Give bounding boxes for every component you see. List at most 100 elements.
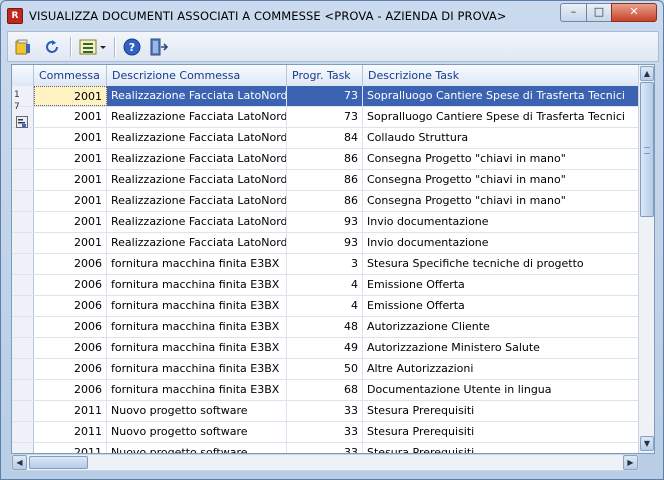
row-selector-cell[interactable] (12, 296, 34, 316)
scroll-up-button[interactable]: ▲ (640, 66, 654, 81)
cell-progr-task[interactable]: 49 (287, 338, 363, 358)
close-button[interactable]: ✕ (611, 3, 657, 22)
cell-progr-task[interactable]: 4 (287, 296, 363, 316)
table-row[interactable]: 2006 fornitura macchina finita E3BX 4 Emiss… (12, 275, 638, 296)
cell-progr-task[interactable]: 73 (287, 107, 363, 127)
cell-commessa[interactable]: 2011 (34, 443, 107, 453)
cell-commessa[interactable]: 2006 (34, 338, 107, 358)
table-row[interactable]: 2011 Nuovo progetto software 33 Stesura Pre… (12, 443, 638, 453)
cell-progr-task[interactable]: 48 (287, 317, 363, 337)
cell-commessa[interactable]: 2001 (34, 149, 107, 169)
cell-commessa[interactable]: 2001 (34, 86, 107, 106)
horizontal-scroll-thumb[interactable] (29, 456, 88, 469)
cell-commessa[interactable]: 2011 (34, 401, 107, 421)
refresh-button[interactable] (41, 36, 63, 58)
row-selector-cell[interactable] (12, 380, 34, 400)
cell-commessa[interactable]: 2006 (34, 380, 107, 400)
cell-descrizione-commessa[interactable]: fornitura macchina finita E3BX (107, 338, 287, 358)
cell-commessa[interactable]: 2001 (34, 191, 107, 211)
cell-descrizione-commessa[interactable]: Nuovo progetto software (107, 401, 287, 421)
row-selector-cell[interactable] (12, 149, 34, 169)
help-button[interactable]: ? (121, 36, 143, 58)
cell-descrizione-commessa[interactable]: Realizzazione Facciata LatoNord (107, 170, 287, 190)
cell-descrizione-commessa[interactable]: fornitura macchina finita E3BX (107, 317, 287, 337)
row-selector-cell[interactable] (12, 212, 34, 232)
cell-descrizione-task[interactable]: Stesura Prerequisiti (363, 443, 638, 453)
cell-descrizione-commessa[interactable]: Realizzazione Facciata LatoNord (107, 233, 287, 253)
cell-descrizione-task[interactable]: Consegna Progetto "chiavi in mano" (363, 149, 638, 169)
table-row[interactable]: 2001 Realizzazione Facciata LatoNord 93 Inv… (12, 212, 638, 233)
cell-commessa[interactable]: 2001 (34, 170, 107, 190)
app-icon[interactable]: R (7, 8, 23, 24)
cell-progr-task[interactable]: 86 (287, 170, 363, 190)
cell-progr-task[interactable]: 68 (287, 380, 363, 400)
scroll-left-button[interactable]: ◀ (12, 455, 27, 470)
cell-descrizione-commessa[interactable]: Nuovo progetto software (107, 443, 287, 453)
cell-descrizione-task[interactable]: Sopralluogo Cantiere Spese di Trasferta … (363, 107, 638, 127)
row-selector-cell[interactable] (12, 254, 34, 274)
cell-descrizione-task[interactable]: Consegna Progetto "chiavi in mano" (363, 170, 638, 190)
cell-commessa[interactable]: 2006 (34, 296, 107, 316)
list-view-button[interactable] (78, 36, 108, 58)
row-selector-cell[interactable] (12, 443, 34, 453)
resize-grip[interactable] (641, 456, 655, 470)
scroll-down-button[interactable]: ▼ (640, 436, 654, 451)
data-grid[interactable]: Commessa Descrizione Commessa Progr. Tas… (11, 64, 655, 454)
cell-descrizione-task[interactable]: Altre Autorizzazioni (363, 359, 638, 379)
table-row[interactable]: 2006 fornitura macchina finita E3BX 3 Stesu… (12, 254, 638, 275)
cell-descrizione-task[interactable]: Autorizzazione Ministero Salute (363, 338, 638, 358)
cell-descrizione-task[interactable]: Consegna Progetto "chiavi in mano" (363, 191, 638, 211)
cell-descrizione-task[interactable]: Invio documentazione (363, 212, 638, 232)
cell-descrizione-task[interactable]: Emissione Offerta (363, 275, 638, 295)
cell-progr-task[interactable]: 33 (287, 422, 363, 442)
cell-descrizione-task[interactable]: Stesura Specifiche tecniche di progetto (363, 254, 638, 274)
cell-progr-task[interactable]: 3 (287, 254, 363, 274)
row-selector-cell[interactable] (12, 275, 34, 295)
table-row[interactable]: 2011 Nuovo progetto software 33 Stesura Pre… (12, 401, 638, 422)
exit-button[interactable] (148, 36, 170, 58)
cell-descrizione-task[interactable]: Stesura Prerequisiti (363, 401, 638, 421)
cell-descrizione-commessa[interactable]: Realizzazione Facciata LatoNord (107, 191, 287, 211)
table-row[interactable]: 2006 fornitura macchina finita E3BX 4 Emiss… (12, 296, 638, 317)
cell-progr-task[interactable]: 33 (287, 443, 363, 453)
table-row[interactable]: 2001 Realizzazione Facciata LatoNord 93 Inv… (12, 233, 638, 254)
cell-descrizione-task[interactable]: Stesura Prerequisiti (363, 422, 638, 442)
table-row[interactable]: 2006 fornitura macchina finita E3BX 49 Auto… (12, 338, 638, 359)
table-row[interactable]: 2006 fornitura macchina finita E3BX 68 Docu… (12, 380, 638, 401)
cell-descrizione-commessa[interactable]: Realizzazione Facciata LatoNord (107, 107, 287, 127)
cell-descrizione-task[interactable]: Invio documentazione (363, 233, 638, 253)
table-row[interactable]: 2001 Realizzazione Facciata LatoNord 86 Con… (12, 149, 638, 170)
cell-descrizione-commessa[interactable]: Realizzazione Facciata LatoNord (107, 212, 287, 232)
cell-descrizione-task[interactable]: Documentazione Utente in lingua (363, 380, 638, 400)
row-selector-cell[interactable] (12, 233, 34, 253)
cell-descrizione-commessa[interactable]: Realizzazione Facciata LatoNord (107, 149, 287, 169)
cell-descrizione-task[interactable]: Sopralluogo Cantiere Spese di Trasferta … (363, 86, 638, 106)
vertical-scrollbar[interactable]: ▲ ▼ (638, 65, 654, 453)
row-selector-cell[interactable] (12, 317, 34, 337)
cell-descrizione-commessa[interactable]: fornitura macchina finita E3BX (107, 380, 287, 400)
cell-progr-task[interactable]: 4 (287, 275, 363, 295)
column-header-descrizione-commessa[interactable]: Descrizione Commessa (107, 65, 287, 86)
cell-descrizione-commessa[interactable]: fornitura macchina finita E3BX (107, 275, 287, 295)
table-row[interactable]: 2001 Realizzazione Facciata LatoNord 73 Sop… (12, 86, 638, 107)
cell-progr-task[interactable]: 73 (287, 86, 363, 106)
cell-descrizione-commessa[interactable]: fornitura macchina finita E3BX (107, 296, 287, 316)
cell-descrizione-commessa[interactable]: Nuovo progetto software (107, 422, 287, 442)
cell-progr-task[interactable]: 84 (287, 128, 363, 148)
row-selector-header[interactable] (12, 65, 34, 86)
cell-commessa[interactable]: 2001 (34, 233, 107, 253)
row-selector-cell[interactable] (12, 128, 34, 148)
cell-progr-task[interactable]: 50 (287, 359, 363, 379)
table-row[interactable]: 2006 fornitura macchina finita E3BX 48 Auto… (12, 317, 638, 338)
scroll-right-button[interactable]: ▶ (623, 455, 638, 470)
cell-progr-task[interactable]: 86 (287, 149, 363, 169)
title-bar[interactable]: R VISUALIZZA DOCUMENTI ASSOCIATI A COMME… (1, 1, 663, 29)
table-row[interactable]: 2011 Nuovo progetto software 33 Stesura Pre… (12, 422, 638, 443)
table-row[interactable]: 2006 fornitura macchina finita E3BX 50 Altr… (12, 359, 638, 380)
cell-commessa[interactable]: 2011 (34, 422, 107, 442)
column-header-descrizione-task[interactable]: Descrizione Task (363, 65, 638, 86)
table-row[interactable]: 2001 Realizzazione Facciata LatoNord 73 Sop… (12, 107, 638, 128)
cell-commessa[interactable]: 2001 (34, 128, 107, 148)
row-selector-cell[interactable] (12, 422, 34, 442)
cell-commessa[interactable]: 2006 (34, 317, 107, 337)
